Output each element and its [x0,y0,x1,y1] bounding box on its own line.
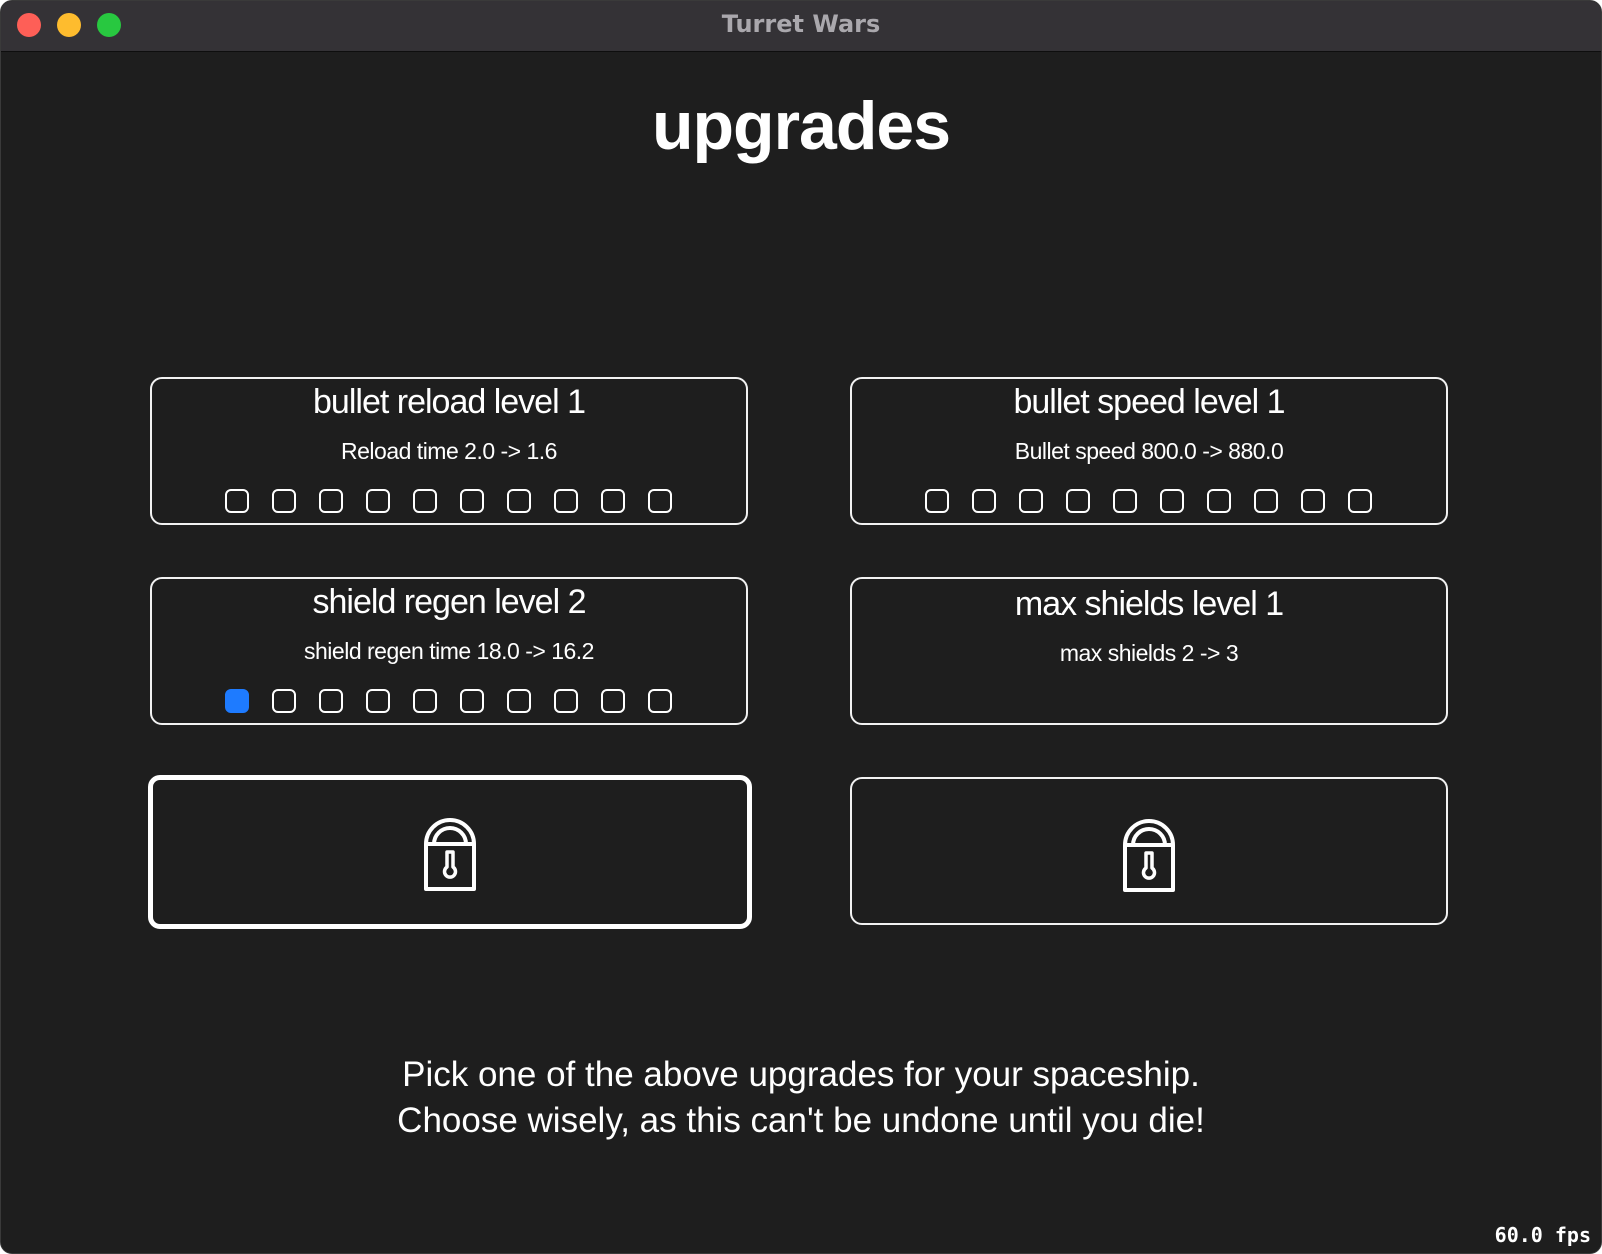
upgrade-description: shield regen time 18.0 -> 16.2 [304,638,594,664]
level-pip-empty [1113,489,1137,513]
level-pip-empty [554,489,578,513]
upgrade-description: Bullet speed 800.0 -> 880.0 [1014,438,1284,464]
level-pip-empty [925,489,949,513]
level-pip-empty [413,489,437,513]
title-bar: Turret Wars [1,1,1601,52]
level-pip-empty [1254,489,1278,513]
instructions-line-2: Choose wisely, as this can't be undone u… [397,1101,1205,1140]
level-pip-empty [319,489,343,513]
locked-upgrade-slot[interactable] [148,775,752,929]
level-pip-empty [1160,489,1184,513]
upgrade-title: max shields level 1 [1014,585,1284,623]
level-pip-empty [1019,489,1043,513]
level-pip-empty [1301,489,1325,513]
instructions-line-1: Pick one of the above upgrades for your … [402,1055,1200,1094]
level-pip-empty [366,489,390,513]
level-pip-empty [507,489,531,513]
upgrade-card-bullet-reload[interactable]: bullet reload level 1 Reload time 2.0 ->… [150,377,748,525]
lock-icon [424,818,476,891]
upgrade-card-bullet-speed[interactable]: bullet speed level 1 Bullet speed 800.0 … [850,377,1448,525]
level-pip-empty [554,689,578,713]
upgrade-card-shield-regen[interactable]: shield regen level 2 shield regen time 1… [150,577,748,725]
level-pip-empty [1348,489,1372,513]
level-pip-empty [413,689,437,713]
upgrades-screen: upgrades bullet reload level 1 Reload ti… [1,52,1601,1253]
level-pip-empty [460,689,484,713]
fps-counter: 60.0 fps [1494,1223,1591,1247]
upgrade-title: shield regen level 2 [312,583,587,621]
level-pip-empty [648,489,672,513]
window-title: Turret Wars [721,10,881,38]
level-pip-empty [601,689,625,713]
level-pip-empty [601,489,625,513]
upgrade-description: max shields 2 -> 3 [1059,640,1239,666]
level-pip-empty [225,489,249,513]
lock-icon [1123,819,1175,892]
level-pip-empty [972,489,996,513]
level-pip-empty [507,689,531,713]
level-pip-filled [225,689,249,713]
level-pip-empty [366,689,390,713]
level-pip-empty [319,689,343,713]
level-pip-empty [1066,489,1090,513]
level-pip-empty [272,689,296,713]
upgrade-card-max-shields[interactable]: max shields level 1 max shields 2 -> 3 [850,577,1448,725]
upgrade-description: Reload time 2.0 -> 1.6 [341,438,557,464]
game-window: Turret Wars upgrades bullet reload level… [0,0,1602,1254]
level-pip-empty [272,489,296,513]
level-pip-empty [1207,489,1231,513]
page-title: upgrades [651,88,951,164]
upgrade-title: bullet reload level 1 [313,383,586,421]
level-pip-empty [648,689,672,713]
locked-upgrade-slot[interactable] [850,777,1448,925]
level-pip-empty [460,489,484,513]
upgrade-title: bullet speed level 1 [1013,383,1285,421]
instructions-text: Pick one of the above upgrades for your … [1,1052,1601,1144]
